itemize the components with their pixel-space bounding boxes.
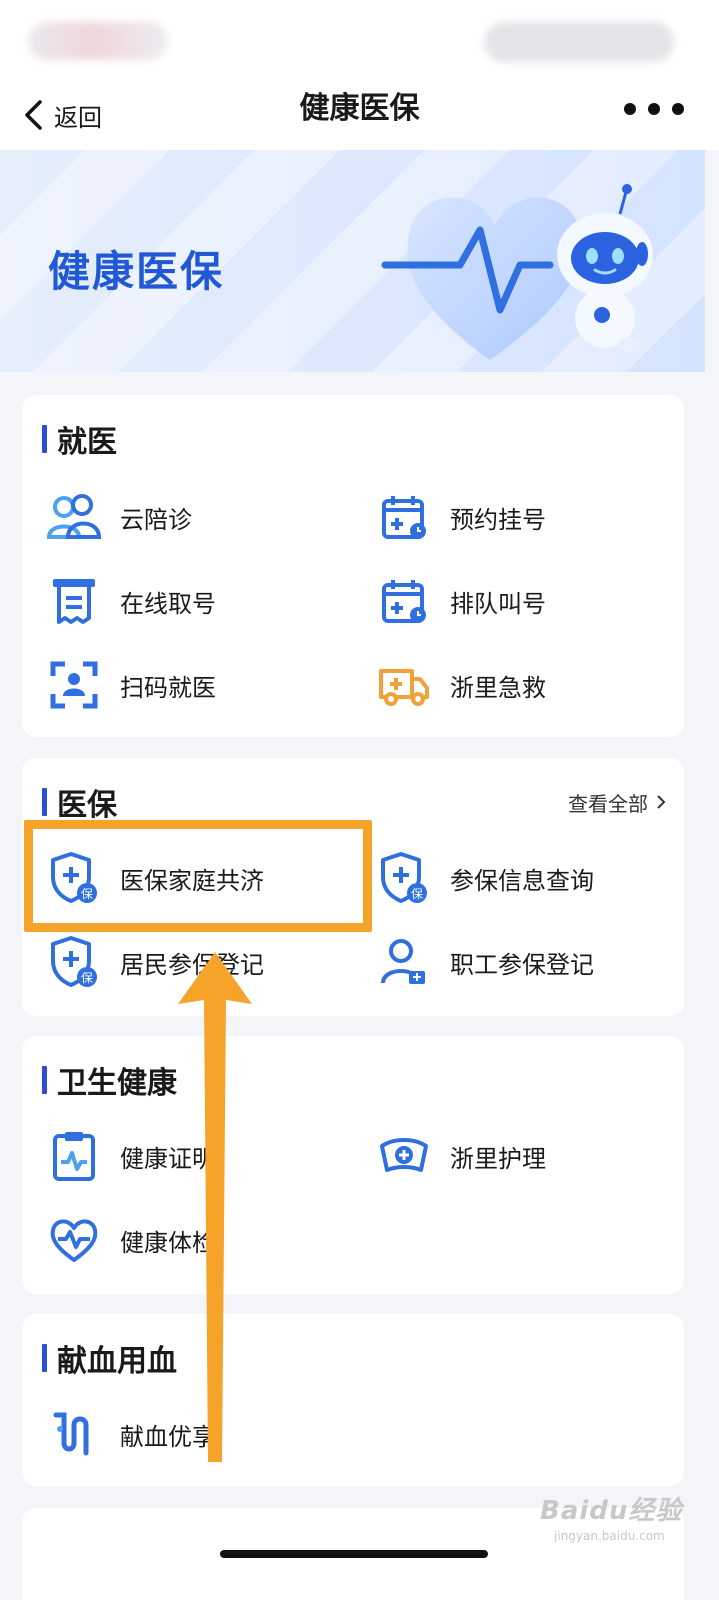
item-label: 医保家庭共济 bbox=[120, 866, 264, 895]
clipboard-pulse-icon bbox=[46, 1128, 102, 1184]
item-label: 扫码就医 bbox=[120, 673, 216, 702]
section-title: 医保 bbox=[57, 788, 117, 823]
shield-plus-icon: 保 bbox=[46, 934, 102, 990]
item-health-checkup[interactable]: 健康体检 bbox=[46, 1210, 346, 1270]
item-label: 浙里急救 bbox=[450, 673, 546, 702]
status-bar-left-blurred bbox=[28, 22, 168, 60]
section-card-xianxue: 献血用血 献血优享 bbox=[22, 1314, 684, 1486]
section-header: 医保 bbox=[42, 782, 117, 823]
svg-text:保: 保 bbox=[81, 971, 93, 985]
item-insurance-query[interactable]: 保 参保信息查询 bbox=[376, 848, 676, 908]
calendar-clock-icon bbox=[376, 573, 432, 629]
back-button[interactable]: 返回 bbox=[22, 92, 132, 138]
section-header: 献血用血 bbox=[42, 1338, 177, 1379]
item-appointment[interactable]: 预约挂号 bbox=[376, 487, 676, 547]
view-all-link[interactable]: 查看全部 bbox=[568, 788, 666, 817]
item-label: 居民参保登记 bbox=[120, 950, 264, 979]
item-scan-code[interactable]: 扫码就医 bbox=[46, 655, 346, 715]
heart-pulse-icon bbox=[46, 1212, 102, 1268]
item-label: 参保信息查询 bbox=[450, 866, 594, 895]
section-header: 卫生健康 bbox=[42, 1060, 177, 1101]
users-icon bbox=[46, 489, 102, 545]
shield-plus-icon: 保 bbox=[46, 850, 102, 906]
item-label: 预约挂号 bbox=[450, 505, 546, 534]
user-medical-icon bbox=[376, 934, 432, 990]
item-health-certificate[interactable]: 健康证明 bbox=[46, 1126, 346, 1186]
back-label: 返回 bbox=[54, 103, 102, 132]
status-bar bbox=[0, 0, 719, 80]
item-label: 健康证明 bbox=[120, 1144, 216, 1173]
section-card-weisheng: 卫生健康 健康证明 浙里护理 健康体检 bbox=[22, 1036, 684, 1294]
section-card-yibao: 医保 查看全部 保 医保家庭共济 保 参保信息查询 保 居民参保登记 职工参保登… bbox=[22, 758, 684, 1016]
chevron-left-icon bbox=[22, 99, 44, 131]
home-indicator[interactable] bbox=[220, 1550, 488, 1558]
item-emergency[interactable]: 浙里急救 bbox=[376, 655, 676, 715]
nurse-cap-icon bbox=[376, 1128, 432, 1184]
ambulance-icon bbox=[376, 657, 432, 713]
item-label: 在线取号 bbox=[120, 589, 216, 618]
heart-robot-illustration bbox=[380, 170, 680, 372]
item-blood-donation[interactable]: 献血优享 bbox=[46, 1404, 346, 1464]
section-title: 卫生健康 bbox=[57, 1066, 177, 1101]
item-label: 云陪诊 bbox=[120, 505, 192, 534]
svg-text:保: 保 bbox=[411, 887, 423, 901]
banner: 健康医保 bbox=[0, 150, 705, 372]
item-label: 排队叫号 bbox=[450, 589, 546, 618]
item-resident-registration[interactable]: 保 居民参保登记 bbox=[46, 932, 346, 992]
item-cloud-accompany[interactable]: 云陪诊 bbox=[46, 487, 346, 547]
chevron-right-icon bbox=[656, 791, 666, 815]
shield-plus-icon: 保 bbox=[376, 850, 432, 906]
item-label: 健康体检 bbox=[120, 1228, 216, 1257]
ticket-icon bbox=[46, 573, 102, 629]
item-family-mutual-aid[interactable]: 保 医保家庭共济 bbox=[46, 848, 346, 908]
section-card-jiuyi: 就医 云陪诊 预约挂号 在线取号 排队叫号 扫码就医 浙里急救 bbox=[22, 395, 684, 737]
item-label: 浙里护理 bbox=[450, 1144, 546, 1173]
status-bar-right-blurred bbox=[484, 22, 674, 62]
item-employee-registration[interactable]: 职工参保登记 bbox=[376, 932, 676, 992]
calendar-plus-icon bbox=[376, 489, 432, 545]
blood-tube-icon bbox=[46, 1406, 102, 1462]
scan-person-icon bbox=[46, 657, 102, 713]
more-options-icon[interactable] bbox=[624, 94, 684, 124]
nav-bar: 返回 健康医保 bbox=[0, 80, 719, 150]
view-all-label: 查看全部 bbox=[568, 792, 648, 816]
item-nursing[interactable]: 浙里护理 bbox=[376, 1126, 676, 1186]
section-header: 就医 bbox=[42, 419, 117, 460]
svg-text:保: 保 bbox=[81, 887, 93, 901]
item-queue-call[interactable]: 排队叫号 bbox=[376, 571, 676, 631]
item-label: 职工参保登记 bbox=[450, 950, 594, 979]
item-label: 献血优享 bbox=[120, 1422, 216, 1451]
section-title: 献血用血 bbox=[57, 1344, 177, 1379]
banner-title: 健康医保 bbox=[48, 247, 225, 296]
section-title: 就医 bbox=[57, 425, 117, 460]
item-online-ticket[interactable]: 在线取号 bbox=[46, 571, 346, 631]
